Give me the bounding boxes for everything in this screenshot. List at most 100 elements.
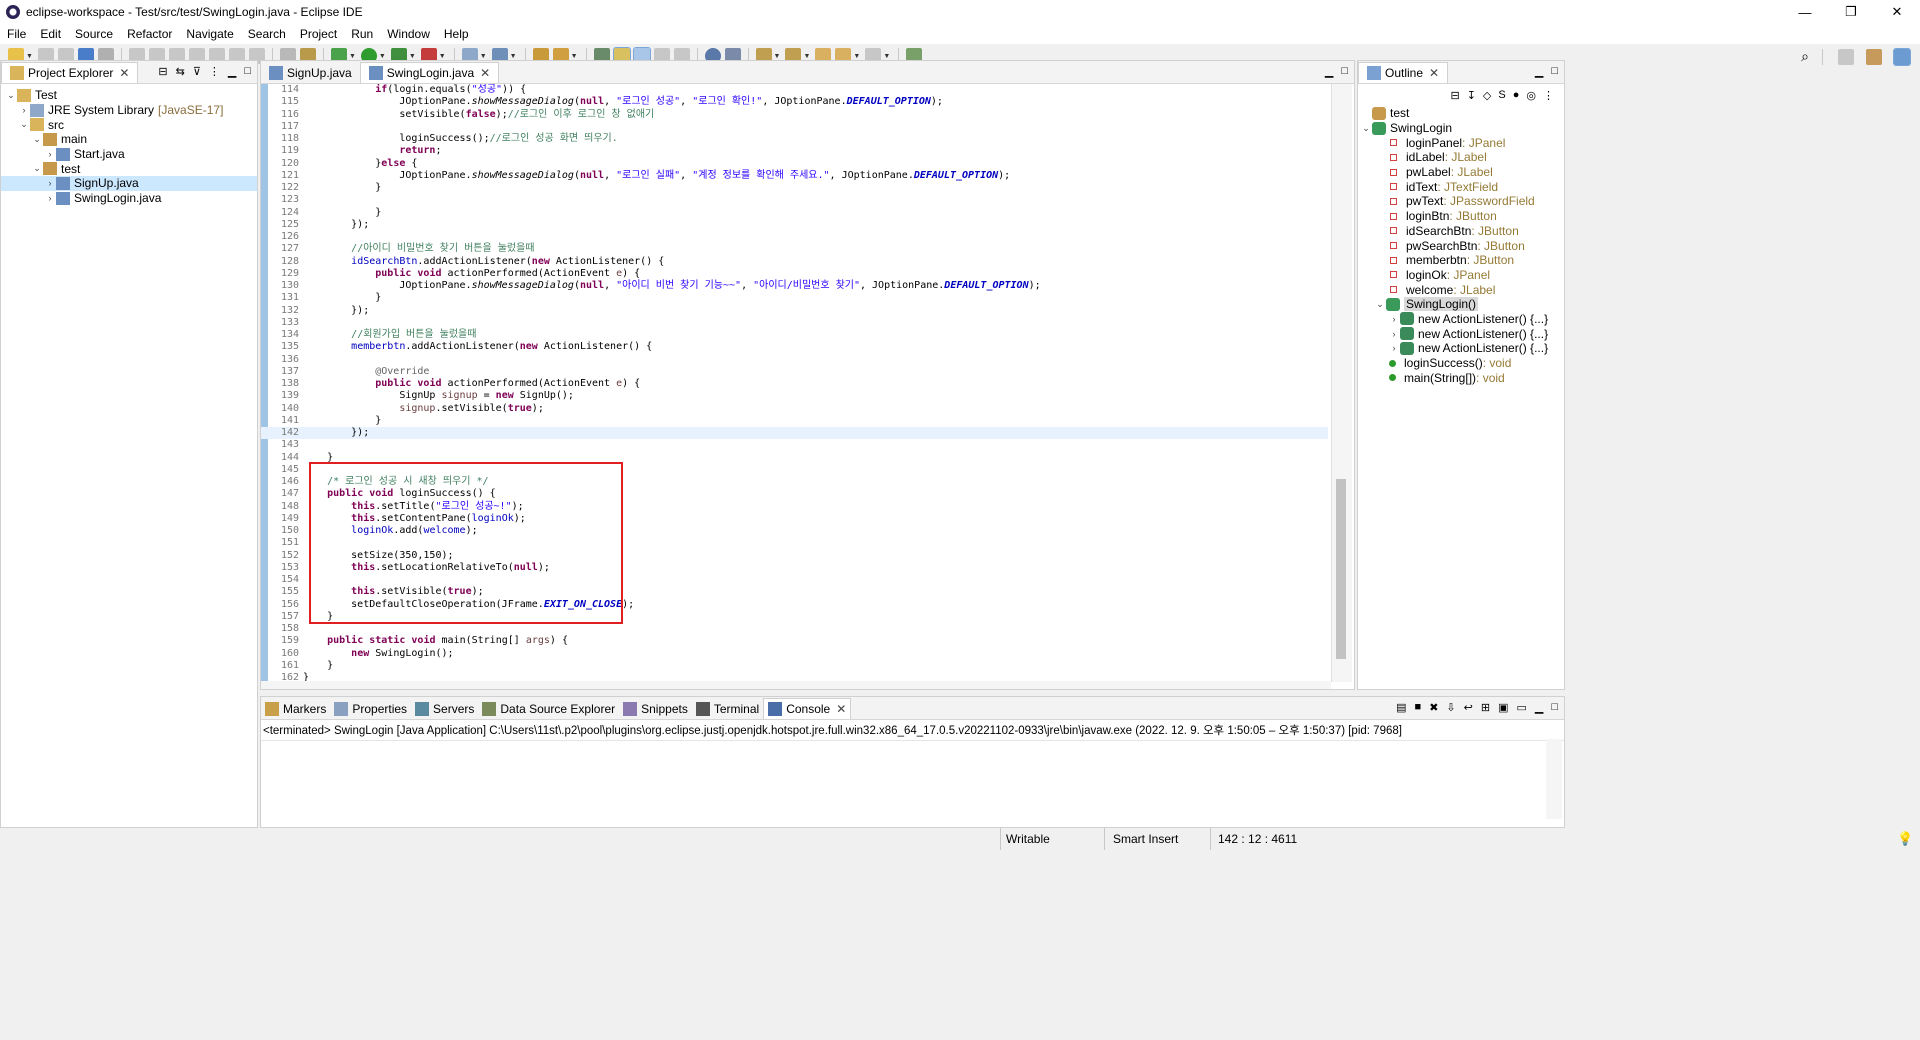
outline-item[interactable]: loginPanel : JPanel [1358,135,1564,150]
hide-non-public-icon[interactable]: ● [1513,89,1520,101]
minimize-view-icon[interactable]: ▁ [1535,701,1543,714]
tab-outline[interactable]: Outline ✕ [1358,62,1449,83]
outline-item[interactable]: idSearchBtn : JButton [1358,224,1564,239]
tab-console[interactable]: Console ✕ [763,698,852,719]
chevron-right-icon[interactable]: › [18,105,30,115]
tab-servers[interactable]: Servers [411,698,478,719]
menu-window[interactable]: Window [380,27,437,41]
tab-data-source-explorer[interactable]: Data Source Explorer [478,698,619,719]
chevron-down-icon[interactable]: ⌄ [31,163,43,174]
outline-item[interactable]: ⌄ SwingLogin() [1358,297,1564,312]
menu-run[interactable]: Run [344,27,380,41]
menu-source[interactable]: Source [68,27,120,41]
tab-signup-java[interactable]: SignUp.java [261,62,360,83]
outline-item[interactable]: ⌄ SwingLogin [1358,121,1564,136]
outline-item[interactable]: › new ActionListener() {...} [1358,341,1564,356]
tip-lightbulb-icon[interactable]: 💡 [1897,831,1913,847]
menu-refactor[interactable]: Refactor [120,27,179,41]
view-menu-icon[interactable]: ⋮ [209,65,220,78]
outline-item[interactable]: › new ActionListener() {...} [1358,326,1564,341]
minimize-button[interactable]: — [1782,0,1828,24]
java-perspective-icon[interactable] [1893,47,1911,66]
outline-item[interactable]: › new ActionListener() {...} [1358,312,1564,327]
minimize-view-icon[interactable]: ▁ [1325,65,1333,78]
display-console-icon[interactable]: ▭ [1516,701,1526,714]
tab-swinglogin-java[interactable]: SwingLogin.java ✕ [359,62,500,83]
tree-item[interactable]: › SwingLogin.java [1,191,257,206]
outline-item[interactable]: loginBtn : JButton [1358,209,1564,224]
console-scrollbar[interactable] [1546,739,1562,819]
outline-item[interactable]: welcome : JLabel [1358,282,1564,297]
clear-console-icon[interactable]: ▤ [1396,701,1406,714]
outline-item[interactable]: loginSuccess() : void [1358,356,1564,371]
word-wrap-icon[interactable]: ↩ [1464,701,1473,714]
chevron-right-icon[interactable]: › [1388,314,1400,324]
chevron-down-icon[interactable]: ⌄ [5,90,17,101]
maximize-view-icon[interactable]: □ [1341,65,1348,78]
outline-item[interactable]: memberbtn : JButton [1358,253,1564,268]
close-icon[interactable]: ✕ [119,66,129,80]
collapse-all-icon[interactable]: ⊟ [158,65,167,78]
filter-icon[interactable]: ⊽ [193,65,201,78]
close-window-button[interactable]: ✕ [1874,0,1920,24]
scroll-lock-icon[interactable]: ⇩ [1446,701,1455,714]
outline-item[interactable]: pwSearchBtn : JButton [1358,238,1564,253]
tab-terminal[interactable]: Terminal [692,698,763,719]
tree-item[interactable]: › Start.java [1,147,257,162]
close-icon[interactable]: ✕ [836,702,846,716]
java-ee-perspective-icon[interactable] [1866,48,1882,65]
tree-item[interactable]: ⌄ main [1,132,257,147]
hide-local-types-icon[interactable]: ◎ [1526,89,1536,102]
tab-snippets[interactable]: Snippets [619,698,692,719]
tree-item[interactable]: ⌄ Test [1,88,257,103]
open-console-icon[interactable]: ▣ [1498,701,1508,714]
tree-item[interactable]: ⌄ src [1,117,257,132]
menu-project[interactable]: Project [293,27,344,41]
chevron-right-icon[interactable]: › [44,193,56,203]
link-with-editor-icon[interactable]: ⇆ [176,65,185,78]
outline-item[interactable]: test [1358,106,1564,121]
menu-search[interactable]: Search [241,27,293,41]
chevron-right-icon[interactable]: › [44,178,56,188]
sort-icon[interactable]: ↧ [1467,89,1476,102]
menu-file[interactable]: File [0,27,33,41]
tab-project-explorer[interactable]: Project Explorer ✕ [1,62,139,83]
chevron-down-icon[interactable]: ⌄ [18,119,30,130]
close-icon[interactable]: ✕ [1429,66,1439,80]
outline-item[interactable]: pwLabel : JLabel [1358,165,1564,180]
tree-item[interactable]: ⌄ test [1,161,257,176]
chevron-down-icon[interactable]: ⌄ [1360,123,1372,134]
hide-fields-icon[interactable]: ◇ [1483,89,1491,102]
remove-launch-icon[interactable]: ✖ [1429,701,1438,714]
chevron-down-icon[interactable]: ⌄ [31,134,43,145]
minimize-view-icon[interactable]: ▁ [1535,65,1543,78]
open-perspective-icon[interactable] [1838,48,1854,65]
chevron-down-icon[interactable]: ⌄ [1374,299,1386,310]
outline-item[interactable]: main(String[]) : void [1358,370,1564,385]
tab-markers[interactable]: Markers [261,698,330,719]
chevron-right-icon[interactable]: › [1388,329,1400,339]
pin-console-icon[interactable]: ⊞ [1481,701,1490,714]
view-menu-icon[interactable]: ⋮ [1543,89,1554,102]
vertical-scrollbar[interactable] [1331,84,1352,682]
menu-edit[interactable]: Edit [33,27,68,41]
horizontal-scrollbar[interactable] [261,681,1331,689]
maximize-button[interactable]: ❐ [1828,0,1874,24]
tab-properties[interactable]: Properties [330,698,411,719]
hide-static-icon[interactable]: S [1498,89,1505,101]
collapse-all-icon[interactable]: ⊟ [1450,89,1459,102]
maximize-view-icon[interactable]: □ [1551,701,1558,714]
menu-navigate[interactable]: Navigate [179,27,240,41]
chevron-right-icon[interactable]: › [44,149,56,159]
tree-item[interactable]: › SignUp.java [1,176,257,191]
minimize-view-icon[interactable]: ▁ [228,65,236,78]
tree-item[interactable]: › JRE System Library [JavaSE-17] [1,103,257,118]
menu-help[interactable]: Help [437,27,476,41]
close-icon[interactable]: ✕ [480,66,490,80]
terminate-icon[interactable]: ■ [1415,701,1422,714]
chevron-right-icon[interactable]: › [1388,343,1400,353]
outline-item[interactable]: loginOk : JPanel [1358,268,1564,283]
search-icon[interactable]: ⌕ [1801,48,1809,65]
outline-item[interactable]: pwText : JPasswordField [1358,194,1564,209]
scrollbar-thumb[interactable] [1336,479,1346,659]
